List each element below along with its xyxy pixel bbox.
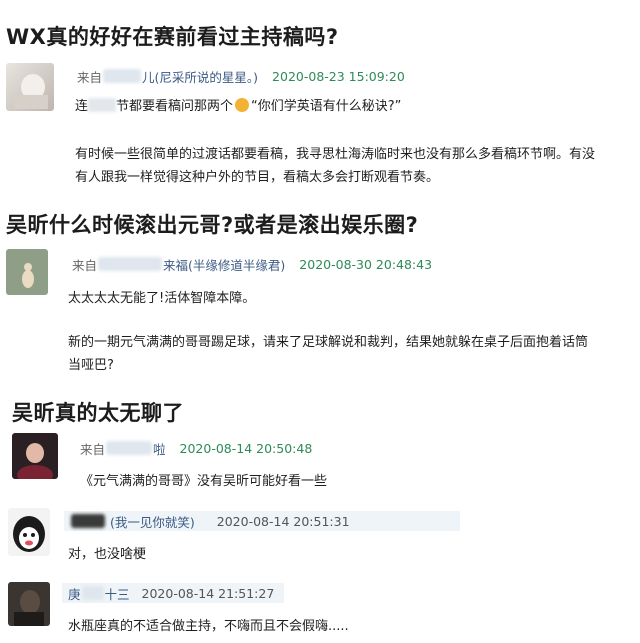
comment-text: 连	[75, 99, 89, 114]
avatar-image	[13, 516, 45, 552]
comment-meta: 来自 来福 (半缘修道半缘君) 2020-08-30 20:48:43	[72, 255, 432, 273]
comment-meta: 来自 儿 (尼采所说的星星。) 2020-08-23 15:09:20	[77, 67, 405, 85]
user-avatar[interactable]	[6, 63, 54, 111]
user-avatar[interactable]	[6, 249, 48, 295]
face-emoji-icon	[235, 98, 250, 112]
comment-text: 有人跟我一样觉得这种户外的节目，看稿太多会打断观看节奏。	[75, 170, 440, 185]
post-heading: 吴昕什么时候滚出元哥?或者是滚出娱乐圈?	[6, 213, 419, 237]
comment-paragraph: 有时候一些很简单的过渡话都要看稿，我寻思杜海涛临时来也没有那么多看稿环节啊。有没…	[75, 143, 595, 189]
comment-text: 当哑巴?	[68, 358, 114, 373]
avatar-image	[14, 74, 48, 109]
username-redacted	[81, 586, 104, 600]
comment-text: 《元气满满的哥哥》没有吴昕可能好看一些	[80, 474, 328, 489]
comment-text: 节都要看稿问那两个	[116, 99, 234, 114]
comment-meta: (我一见你就笑) 2020-08-14 20:51:31	[64, 511, 460, 531]
post-heading: WX真的好好在赛前看过主持稿吗?	[6, 25, 339, 49]
comment-date: 2020-08-14 21:51:27	[141, 585, 275, 601]
username[interactable]: 儿	[142, 67, 155, 86]
comment-meta: 庚 十三 2020-08-14 21:51:27	[62, 583, 284, 603]
username[interactable]: 十三	[105, 584, 130, 603]
username[interactable]: 庚	[68, 584, 81, 603]
comment-line: 连 节都要看稿问那两个 “你们学英语有什么秘诀?”	[75, 95, 401, 118]
from-label: 来自	[72, 257, 98, 273]
username-redacted	[103, 69, 142, 83]
comment-date: 2020-08-14 20:50:48	[179, 440, 313, 456]
username[interactable]: 啦	[153, 439, 166, 458]
from-label: 来自	[80, 441, 106, 457]
user-avatar[interactable]	[12, 433, 58, 479]
username[interactable]: 来福	[163, 255, 188, 274]
comment-paragraph: 新的一期元气满满的哥哥踢足球，请来了足球解说和裁判，结果她就躲在桌子后面抱着话筒…	[68, 331, 588, 377]
comment-meta: 来自 啦 2020-08-14 20:50:48	[80, 439, 312, 457]
comment-date: 2020-08-23 15:09:20	[272, 68, 405, 84]
text-redacted	[88, 98, 117, 112]
username-redacted	[98, 257, 163, 271]
user-avatar[interactable]	[8, 582, 50, 626]
comment-line: 太太太太无能了!活体智障本障。	[68, 291, 256, 306]
username-redacted	[106, 441, 153, 455]
comment-text: “你们学英语有什么秘诀?”	[251, 99, 402, 114]
comment-text: 有时候一些很简单的过渡话都要看稿，我寻思杜海涛临时来也没有那么多看稿环节啊。有没	[75, 147, 596, 162]
user-avatar[interactable]	[8, 508, 50, 556]
user-tagline: (我一见你就笑)	[110, 514, 195, 530]
comment-text: 新的一期元气满满的哥哥踢足球，请来了足球解说和裁判，结果她就躲在桌子后面抱着话筒	[68, 335, 589, 350]
user-tagline: (半缘修道半缘君)	[188, 257, 286, 273]
username-redacted	[71, 514, 105, 528]
from-label: 来自	[77, 69, 103, 85]
comment-text: 对，也没啥梗	[68, 547, 147, 562]
comment-date: 2020-08-30 20:48:43	[299, 256, 433, 272]
avatar-image	[14, 590, 44, 626]
post-heading: 吴昕真的太无聊了	[12, 401, 184, 425]
avatar-image	[22, 263, 34, 288]
comment-text: 水瓶座真的不适合做主持，不嗨而且不会假嗨.....	[68, 619, 349, 634]
comment-date: 2020-08-14 20:51:31	[216, 513, 350, 529]
avatar-image	[17, 443, 53, 479]
user-tagline: (尼采所说的星星。)	[154, 69, 259, 85]
